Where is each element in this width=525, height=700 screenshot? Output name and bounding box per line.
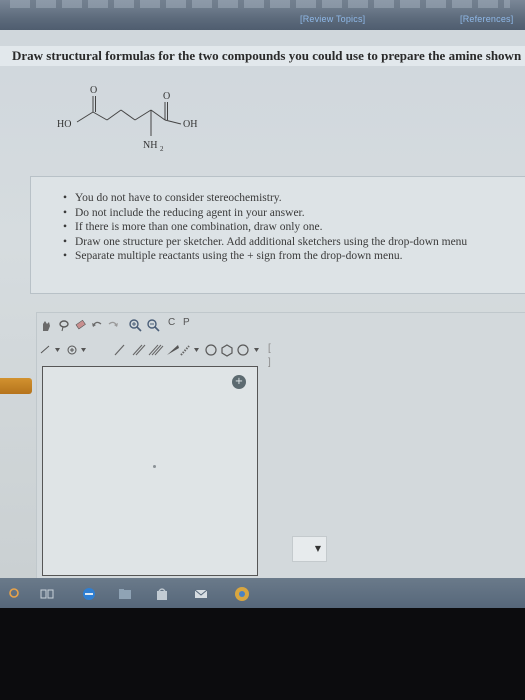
instruction-text: If there is more than one combination, d… [75, 221, 323, 233]
carbonyl-oxygen-left: O [90, 85, 97, 96]
bond-type-dropdown-icon[interactable] [40, 343, 62, 357]
bracket-tool[interactable]: [ ] [268, 342, 271, 370]
canvas-center-dot [153, 465, 156, 468]
ring-dropdown-icon[interactable] [236, 343, 266, 357]
instruction-text: Draw one structure per sketcher. Add add… [75, 235, 468, 248]
screen: [Review Topics] [References] Draw struct… [0, 0, 525, 608]
mail-icon[interactable] [194, 587, 208, 601]
wedge-bond-icon[interactable] [166, 343, 180, 357]
chrome-browser-icon[interactable] [234, 586, 250, 602]
chevron-down-icon: ▼ [314, 544, 321, 553]
carbonyl-oxygen-right: O [163, 91, 170, 102]
ring-hexagon-icon[interactable] [220, 343, 234, 357]
hydroxyl-label-right: OH [183, 119, 197, 130]
charge-dropdown-icon[interactable] [66, 343, 90, 357]
redo-icon[interactable] [106, 318, 120, 332]
zoom-in-icon[interactable] [128, 318, 142, 332]
instruction-item: • If there is more than one combination, … [63, 221, 323, 233]
instruction-text: You do not have to consider stereochemis… [75, 192, 282, 204]
zoom-out-icon[interactable] [146, 318, 160, 332]
clean-structure-tool[interactable]: C [168, 316, 175, 330]
question-text: Draw structural formulas for the two com… [12, 48, 522, 63]
triple-bond-icon[interactable] [148, 343, 164, 357]
hydroxyl-label-left: HO [57, 119, 71, 130]
amine-structure: HO OH O O NH 2 [57, 85, 197, 153]
search-icon[interactable] [8, 587, 22, 601]
hash-bond-dropdown-icon[interactable] [180, 343, 202, 357]
task-view-icon[interactable] [40, 587, 54, 601]
taskbar [0, 578, 525, 608]
instruction-item: • Do not include the reducing agent in yo… [63, 206, 305, 219]
instruction-item: • You do not have to consider stereochemi… [63, 192, 282, 204]
amine-subscript: 2 [160, 145, 164, 153]
review-topics-link[interactable]: [Review Topics] [300, 14, 365, 24]
add-sketcher-icon[interactable]: + [232, 375, 246, 389]
references-link[interactable]: [References] [460, 14, 513, 24]
ring-pentagon-icon[interactable] [204, 343, 218, 357]
eraser-icon[interactable] [74, 318, 88, 332]
sketcher-canvas[interactable]: + [42, 366, 258, 576]
instruction-text: Do not include the reducing agent in you… [75, 206, 305, 219]
instructions-list: • You do not have to consider stereochemi… [31, 177, 525, 264]
sketcher-dropdown[interactable]: ▼ [292, 536, 327, 562]
hand-icon[interactable] [40, 318, 52, 332]
instructions-box: • You do not have to consider stereochemi… [30, 176, 525, 294]
double-bond-icon[interactable] [132, 343, 146, 357]
file-explorer-icon[interactable] [118, 587, 132, 601]
instruction-item: • Draw one structure per sketcher. Add ad… [63, 235, 468, 248]
amine-label: NH [143, 140, 157, 151]
edge-browser-icon[interactable] [82, 587, 96, 601]
side-tab[interactable] [0, 378, 32, 394]
store-icon[interactable] [155, 587, 169, 601]
blurred-title [10, 0, 510, 8]
periodic-table-tool[interactable]: P [183, 316, 190, 330]
single-bond-icon[interactable] [114, 343, 126, 357]
top-strip [0, 0, 525, 30]
lasso-icon[interactable] [58, 318, 70, 332]
undo-icon[interactable] [90, 318, 104, 332]
instruction-text: Separate multiple reactants using the + … [75, 250, 403, 262]
instruction-item: • Separate multiple reactants using the +… [63, 250, 403, 262]
